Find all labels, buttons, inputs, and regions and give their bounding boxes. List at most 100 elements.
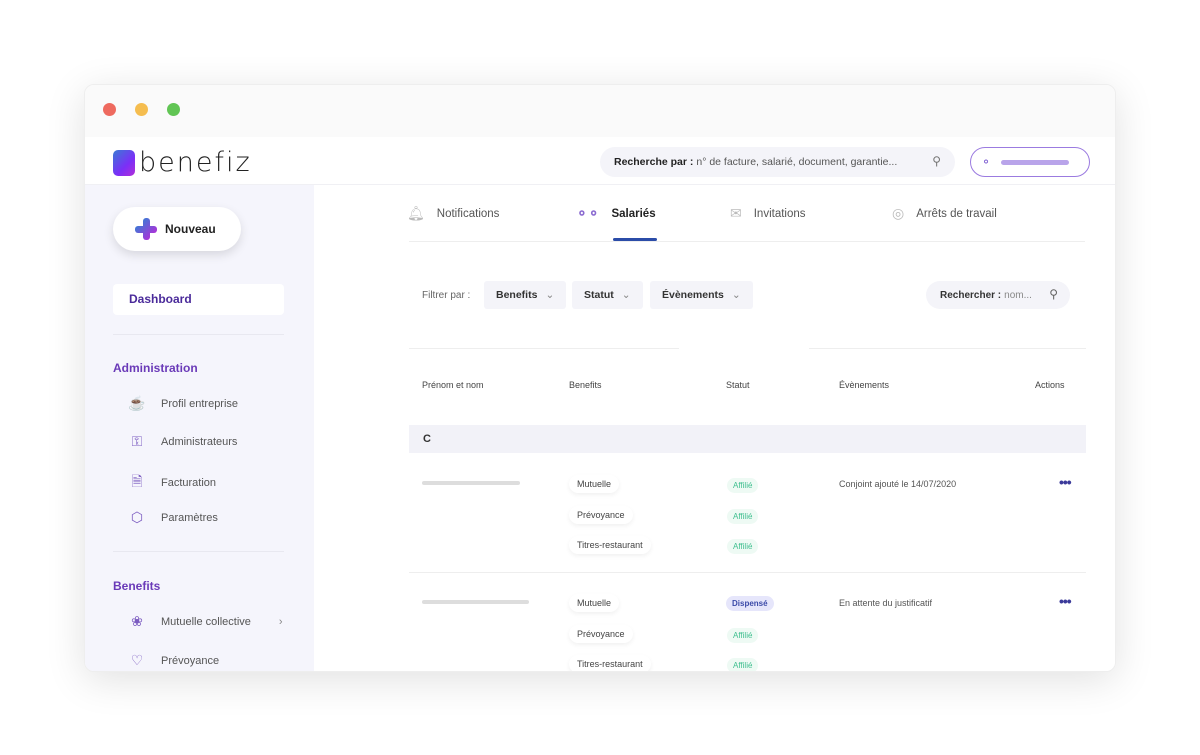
- table-search-input[interactable]: Rechercher :nom... ⚲: [926, 281, 1070, 309]
- filter-benefits-dropdown[interactable]: Benefits ⌄: [484, 281, 566, 309]
- sidebar-item-mutuelle-collective[interactable]: ❀ Mutuelle collective ›: [127, 613, 283, 630]
- filter-evenements-dropdown[interactable]: Évènements ⌄: [650, 281, 753, 309]
- search-placeholder: n° de facture, salarié, document, garant…: [696, 156, 897, 168]
- maximize-window-button[interactable]: [167, 103, 180, 116]
- filter-statut-dropdown[interactable]: Statut ⌄: [572, 281, 643, 309]
- envelope-icon: ✉: [730, 205, 742, 222]
- search-label: Rechercher :: [940, 290, 1001, 301]
- sidebar-item-label: Prévoyance: [161, 655, 219, 667]
- benefit-chip: Prévoyance: [569, 625, 633, 643]
- plus-icon: [135, 218, 157, 240]
- minimize-window-button[interactable]: [135, 103, 148, 116]
- name-placeholder: [422, 600, 529, 604]
- sidebar-item-dashboard[interactable]: Dashboard: [113, 284, 284, 315]
- tab-label: Arrêts de travail: [916, 208, 997, 220]
- search-label: Recherche par :: [614, 156, 693, 168]
- section-title-administration: Administration: [113, 361, 198, 375]
- filter-label: Filtrer par :: [422, 290, 470, 301]
- user-menu-button[interactable]: ⚬: [970, 147, 1090, 177]
- status-badge: Affilié: [727, 509, 758, 524]
- event-text: Conjoint ajouté le 14/07/2020: [839, 479, 956, 489]
- company-icon: ☕: [127, 395, 147, 412]
- global-search-input[interactable]: Recherche par :n° de facture, salarié, d…: [600, 147, 955, 177]
- filter-label: Benefits: [496, 289, 537, 301]
- event-text: En attente du justificatif: [839, 598, 932, 608]
- bell-icon: 🔔︎: [407, 205, 425, 222]
- logo-text: benefiz: [139, 147, 252, 178]
- name-placeholder: [422, 481, 520, 485]
- column-header-benefits[interactable]: Benefits: [569, 380, 602, 390]
- more-actions-icon[interactable]: •••: [1059, 593, 1071, 609]
- tab-arrets-de-travail[interactable]: ◎ Arrêts de travail: [892, 205, 997, 222]
- chevron-down-icon: ⌄: [732, 289, 741, 301]
- column-header-evenements[interactable]: Évènements: [839, 380, 889, 390]
- sidebar: Nouveau Dashboard Administration ☕ Profil…: [85, 185, 314, 672]
- new-button-label: Nouveau: [165, 222, 216, 236]
- section-title-benefits: Benefits: [113, 579, 160, 593]
- new-button[interactable]: Nouveau: [113, 207, 241, 251]
- search-icon[interactable]: ⚲: [1049, 287, 1058, 301]
- main-content: 🔔︎Notifications ⚬⚬Salariés ✉Invitations …: [314, 185, 1115, 671]
- flower-icon: ❀: [127, 613, 147, 630]
- sidebar-item-label: Profil entreprise: [161, 398, 238, 410]
- logo[interactable]: benefiz: [113, 147, 252, 178]
- status-badge: Affilié: [727, 658, 758, 672]
- divider: [809, 348, 1086, 349]
- group-header: C: [409, 425, 1086, 453]
- tab-label: Salariés: [611, 208, 655, 220]
- status-badge: Dispensé: [726, 596, 774, 611]
- search-placeholder: nom...: [1004, 290, 1032, 301]
- divider: [113, 551, 284, 552]
- benefit-chip: Mutuelle: [569, 475, 619, 493]
- benefit-chip: Titres-restaurant: [569, 536, 651, 554]
- key-icon: ⚿: [127, 433, 147, 450]
- heart-icon: ♡: [127, 652, 147, 669]
- more-actions-icon[interactable]: •••: [1059, 474, 1071, 490]
- close-window-button[interactable]: [103, 103, 116, 116]
- pause-circle-icon: ◎: [892, 205, 904, 222]
- sidebar-item-profil-entreprise[interactable]: ☕ Profil entreprise: [127, 395, 238, 412]
- sidebar-item-parametres[interactable]: ⬡ Paramètres: [127, 509, 218, 526]
- tab-label: Notifications: [437, 208, 500, 220]
- logo-mark-icon: [113, 150, 135, 176]
- settings-icon: ⬡: [127, 509, 147, 526]
- benefit-chip: Titres-restaurant: [569, 655, 651, 672]
- status-badge: Affilié: [727, 628, 758, 643]
- benefit-chip: Prévoyance: [569, 506, 633, 524]
- column-header-statut[interactable]: Statut: [726, 380, 750, 390]
- filter-label: Évènements: [662, 289, 724, 301]
- chevron-down-icon: ⌄: [622, 289, 631, 301]
- tab-invitations[interactable]: ✉ Invitations: [730, 205, 806, 222]
- divider: [113, 334, 284, 335]
- users-icon: ⚬⚬: [576, 205, 599, 222]
- user-name-placeholder: [1001, 160, 1069, 165]
- app-window: benefiz Recherche par :n° de facture, sa…: [84, 84, 1116, 672]
- tab-label: Invitations: [754, 208, 806, 220]
- tabs-divider: [409, 241, 1085, 242]
- column-header-actions: Actions: [1035, 380, 1065, 390]
- tab-notifications[interactable]: 🔔︎ Notifications: [407, 205, 499, 222]
- column-header-name[interactable]: Prénom et nom: [422, 380, 484, 390]
- sidebar-item-prevoyance[interactable]: ♡ Prévoyance: [127, 652, 219, 669]
- divider: [409, 348, 679, 349]
- sidebar-item-label: Facturation: [161, 477, 216, 489]
- app-header: benefiz Recherche par :n° de facture, sa…: [85, 137, 1115, 185]
- benefit-chip: Mutuelle: [569, 594, 619, 612]
- title-bar: [85, 85, 1115, 137]
- sidebar-item-label: Paramètres: [161, 512, 218, 524]
- tab-salaries[interactable]: ⚬⚬ Salariés: [576, 205, 656, 222]
- sidebar-item-facturation[interactable]: 🗎 Facturation: [127, 471, 216, 495]
- search-icon[interactable]: ⚲: [932, 154, 941, 168]
- invoice-icon: 🗎: [127, 471, 147, 495]
- status-badge: Affilié: [727, 478, 758, 493]
- chevron-down-icon: ⌄: [545, 289, 554, 301]
- active-tab-indicator: [613, 238, 657, 241]
- user-icon: ⚬: [981, 155, 991, 169]
- sidebar-item-label: Administrateurs: [161, 436, 237, 448]
- filter-label: Statut: [584, 289, 614, 301]
- row-divider: [409, 572, 1086, 573]
- status-badge: Affilié: [727, 539, 758, 554]
- sidebar-item-label: Mutuelle collective: [161, 616, 251, 628]
- sidebar-item-administrateurs[interactable]: ⚿ Administrateurs: [127, 433, 237, 450]
- chevron-right-icon: ›: [279, 616, 283, 628]
